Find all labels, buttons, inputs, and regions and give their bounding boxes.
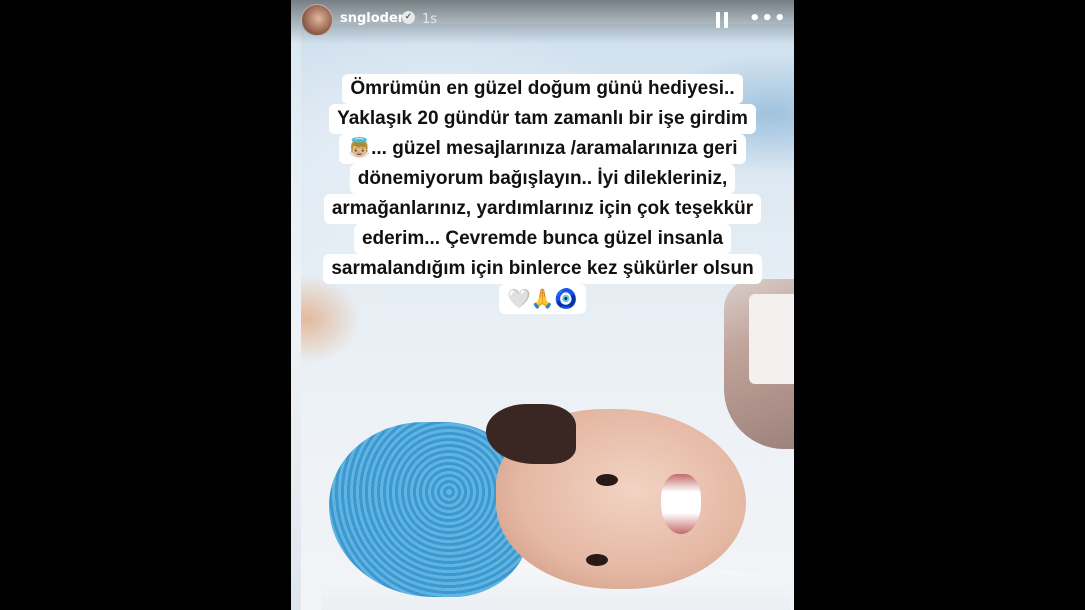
verified-badge-icon: ✓	[402, 11, 415, 24]
more-icon[interactable]: •••	[749, 10, 786, 28]
caption-emoji-line: 🤍🙏🧿	[499, 284, 586, 314]
caption-line: 👼🏼... güzel mesajlarınıza /aramalarınıza…	[339, 134, 746, 164]
caption-line: Yaklaşık 20 gündür tam zamanlı bir işe g…	[329, 104, 756, 134]
avatar[interactable]	[301, 4, 333, 36]
caption-line: dönemiyorum bağışlayın.. İyi dileklerini…	[349, 164, 736, 194]
timestamp: 1s	[422, 12, 438, 27]
caption-line: armağanlarınız, yardımlarınız için çok t…	[323, 194, 762, 224]
story-caption: Ömrümün en güzel doğum günü hediyesi.. Y…	[297, 74, 788, 314]
caption-line: Ömrümün en güzel doğum günü hediyesi..	[342, 74, 743, 104]
story-header: sngloden ✓ 1s •••	[291, 0, 794, 44]
caption-line: sarmalandığım için binlerce kez şükürler…	[323, 254, 762, 284]
caption-line: ederim... Çevremde bunca güzel insanla	[353, 224, 732, 254]
photo-subject	[321, 404, 791, 610]
pause-icon[interactable]	[716, 12, 728, 28]
story-viewer[interactable]: sngloden ✓ 1s ••• Ömrümün en güzel doğum…	[291, 0, 794, 610]
username[interactable]: sngloden	[340, 11, 407, 26]
